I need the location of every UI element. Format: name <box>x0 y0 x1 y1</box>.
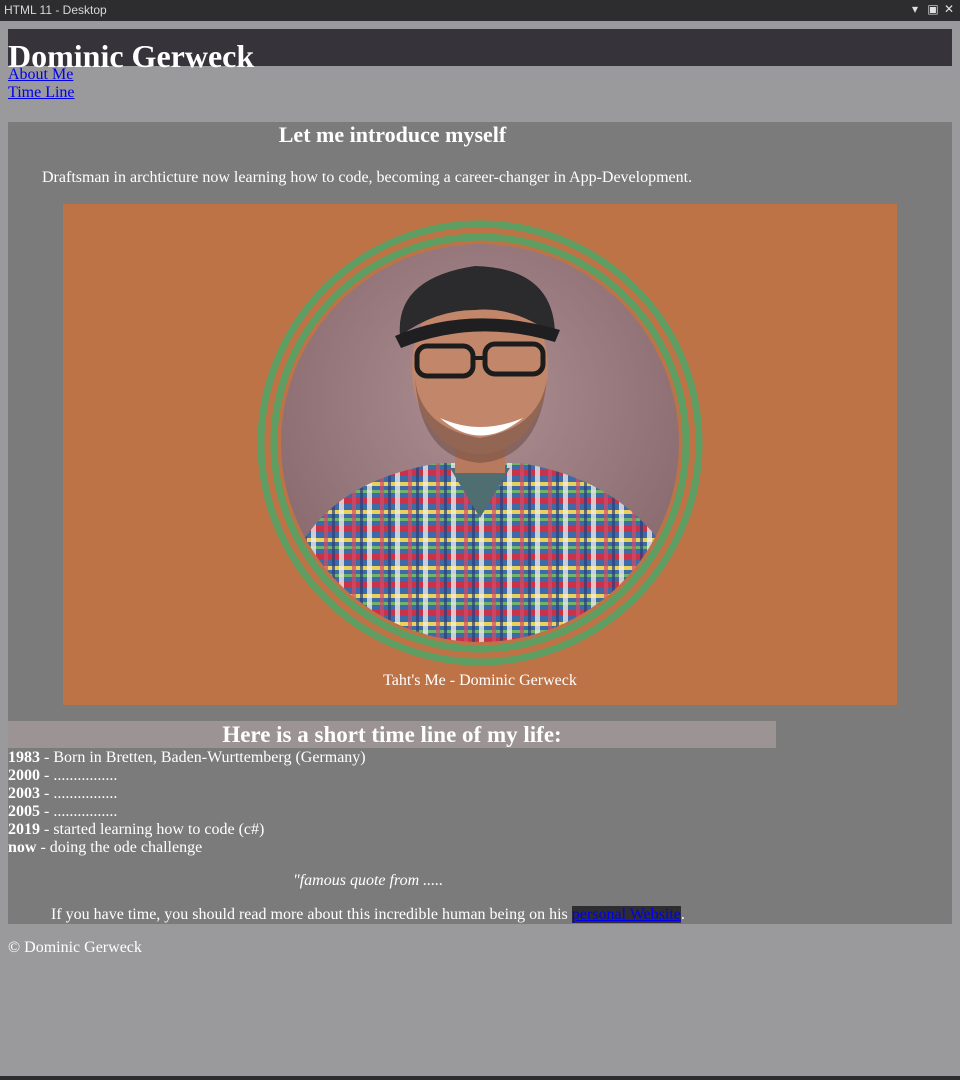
footer: © Dominic Gerweck <box>8 939 142 956</box>
photo-caption: Taht's Me - Dominic Gerweck <box>383 672 577 689</box>
timeline-list: 1983 - Born in Bretten, Baden-Wurttember… <box>8 749 366 857</box>
timeline-text: - ................ <box>40 767 118 784</box>
dropdown-icon[interactable]: ▾ <box>908 2 922 18</box>
timeline-year: 2000 <box>8 767 40 784</box>
intro-heading: Let me introduce myself <box>278 122 507 147</box>
list-item: 2003 - ................ <box>8 785 366 803</box>
nav-link-about-me[interactable]: About Me <box>8 66 73 84</box>
timeline-year: 2019 <box>8 821 40 838</box>
read-more-paragraph: If you have time, you should read more a… <box>51 906 685 924</box>
timeline-text: - ................ <box>40 785 118 802</box>
list-item: 2000 - ................ <box>8 767 366 785</box>
list-item: now - doing the ode challenge <box>8 839 366 857</box>
window-title: HTML 11 - Desktop <box>4 3 107 17</box>
page: Dominic Gerweck About Me Time Line Let m… <box>0 21 960 1074</box>
timeline-text: - started learning how to code (c#) <box>40 821 265 838</box>
personal-website-link[interactable]: personal Website <box>571 906 681 923</box>
timeline-text: - doing the ode challenge <box>36 839 203 856</box>
timeline-year: 2005 <box>8 803 40 820</box>
timeline-year: 2003 <box>8 785 40 802</box>
timeline-heading: Here is a short time line of my life: <box>8 721 776 748</box>
timeline-text: - Born in Bretten, Baden-Wurttemberg (Ge… <box>40 749 366 766</box>
maximize-icon[interactable]: ▣ <box>926 2 940 18</box>
list-item: 2019 - started learning how to code (c#) <box>8 821 366 839</box>
main-content: Let me introduce myself Draftsman in arc… <box>8 122 952 924</box>
timeline-text: - ................ <box>40 803 118 820</box>
close-icon[interactable]: ✕ <box>942 2 956 18</box>
site-header: Dominic Gerweck <box>8 29 952 74</box>
profile-photo <box>255 218 705 668</box>
timeline-year: now <box>8 839 37 856</box>
window-bottom-border <box>0 1076 960 1080</box>
timeline-year: 1983 <box>8 749 40 766</box>
intro-text: Draftsman in archticture now learning ho… <box>42 169 693 186</box>
window-title-bar: HTML 11 - Desktop ▾ ▣ ✕ <box>0 0 960 21</box>
read-more-text: If you have time, you should read more a… <box>51 906 572 923</box>
nav-link-time-line[interactable]: Time Line <box>8 84 75 102</box>
famous-quote: "famous quote from ..... <box>293 872 444 889</box>
list-item: 2005 - ................ <box>8 803 366 821</box>
list-item: 1983 - Born in Bretten, Baden-Wurttember… <box>8 749 366 767</box>
profile-figure: Taht's Me - Dominic Gerweck <box>63 204 897 705</box>
read-more-period: . <box>680 906 685 923</box>
